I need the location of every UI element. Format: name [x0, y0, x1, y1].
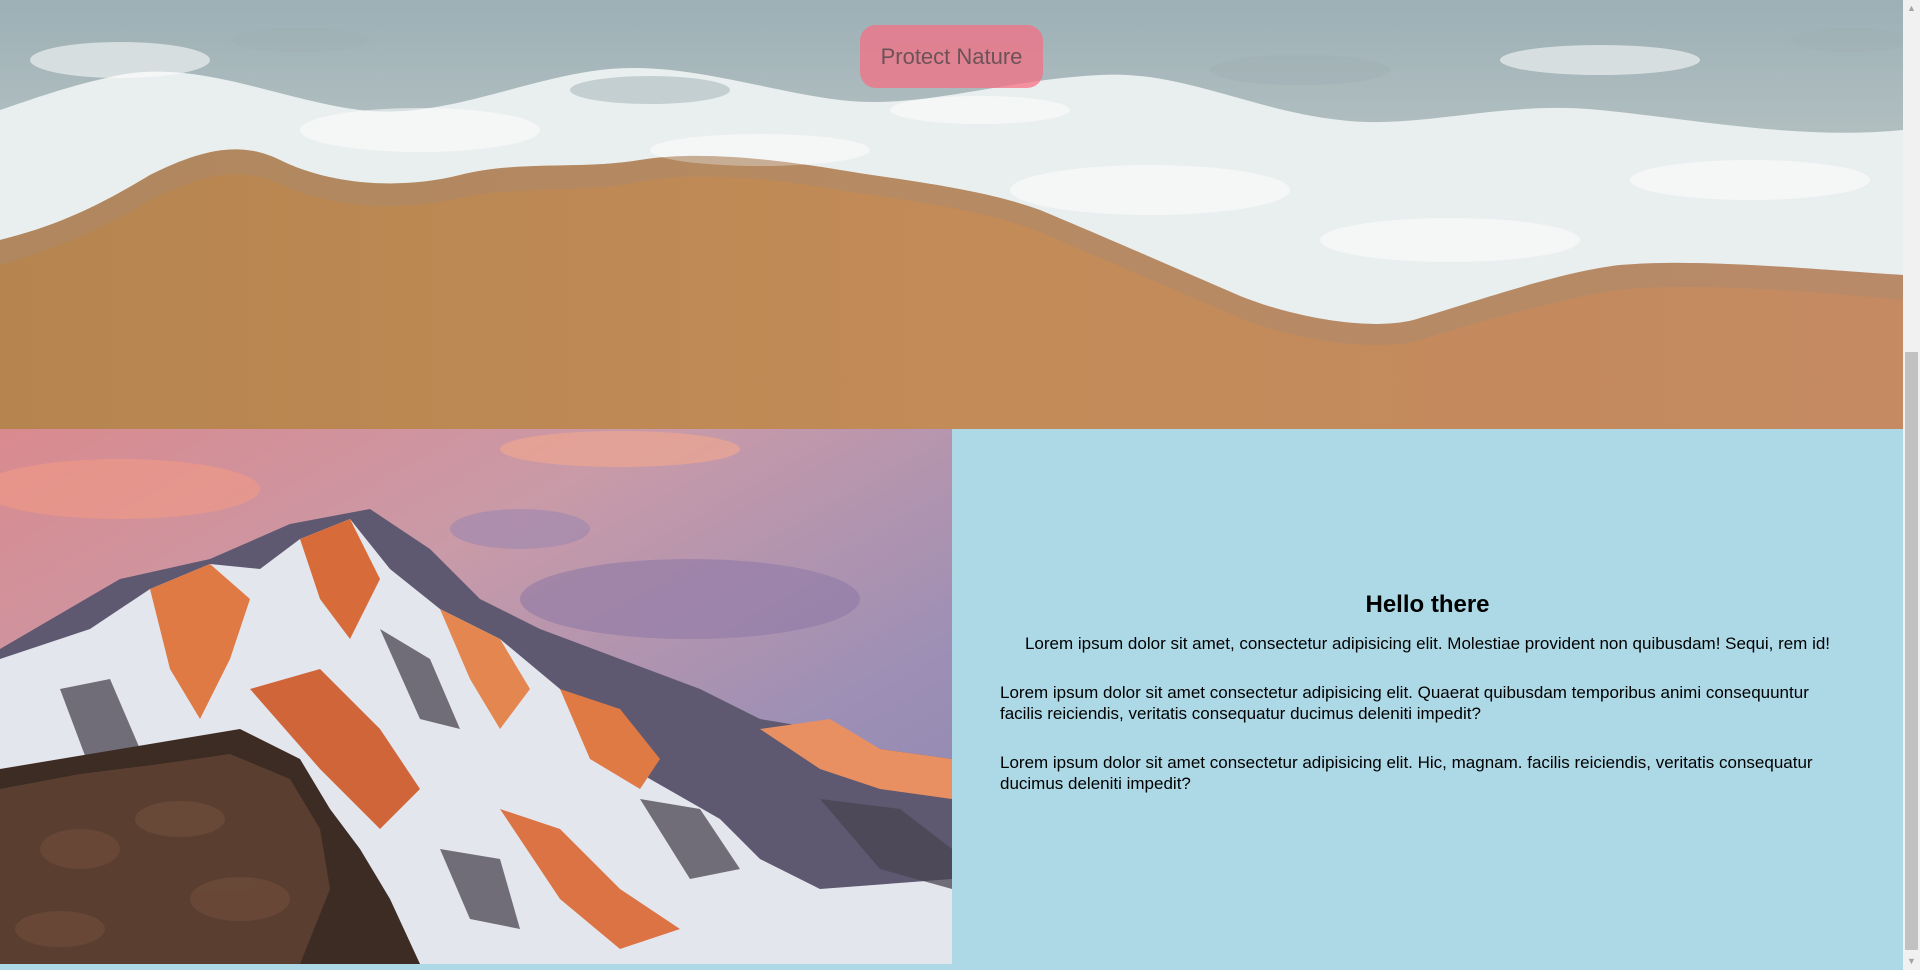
mountain-image: [0, 429, 952, 964]
triangle-down-icon[interactable]: ▼: [1903, 953, 1920, 970]
footer-strip: [0, 964, 1903, 970]
text-panel: Hello there Lorem ipsum dolor sit amet, …: [952, 429, 1903, 964]
vertical-scrollbar[interactable]: ▲ ▼: [1903, 0, 1920, 970]
protect-nature-button[interactable]: Protect Nature: [860, 25, 1043, 88]
paragraph-2: Lorem ipsum dolor sit amet consectetur a…: [1000, 753, 1813, 793]
intro-text: Lorem ipsum dolor sit amet, consectetur …: [1024, 634, 1831, 653]
paragraph-1: Lorem ipsum dolor sit amet consectetur a…: [1000, 683, 1809, 723]
scrollbar-thumb[interactable]: [1905, 352, 1918, 950]
hero-section: Protect Nature: [0, 0, 1903, 429]
triangle-up-icon[interactable]: ▲: [1903, 0, 1920, 17]
section-heading: Hello there: [1365, 591, 1490, 618]
page: Protect Nature Hello there Lorem ipsum d…: [0, 0, 1903, 970]
content-section: Hello there Lorem ipsum dolor sit amet, …: [0, 429, 1903, 964]
